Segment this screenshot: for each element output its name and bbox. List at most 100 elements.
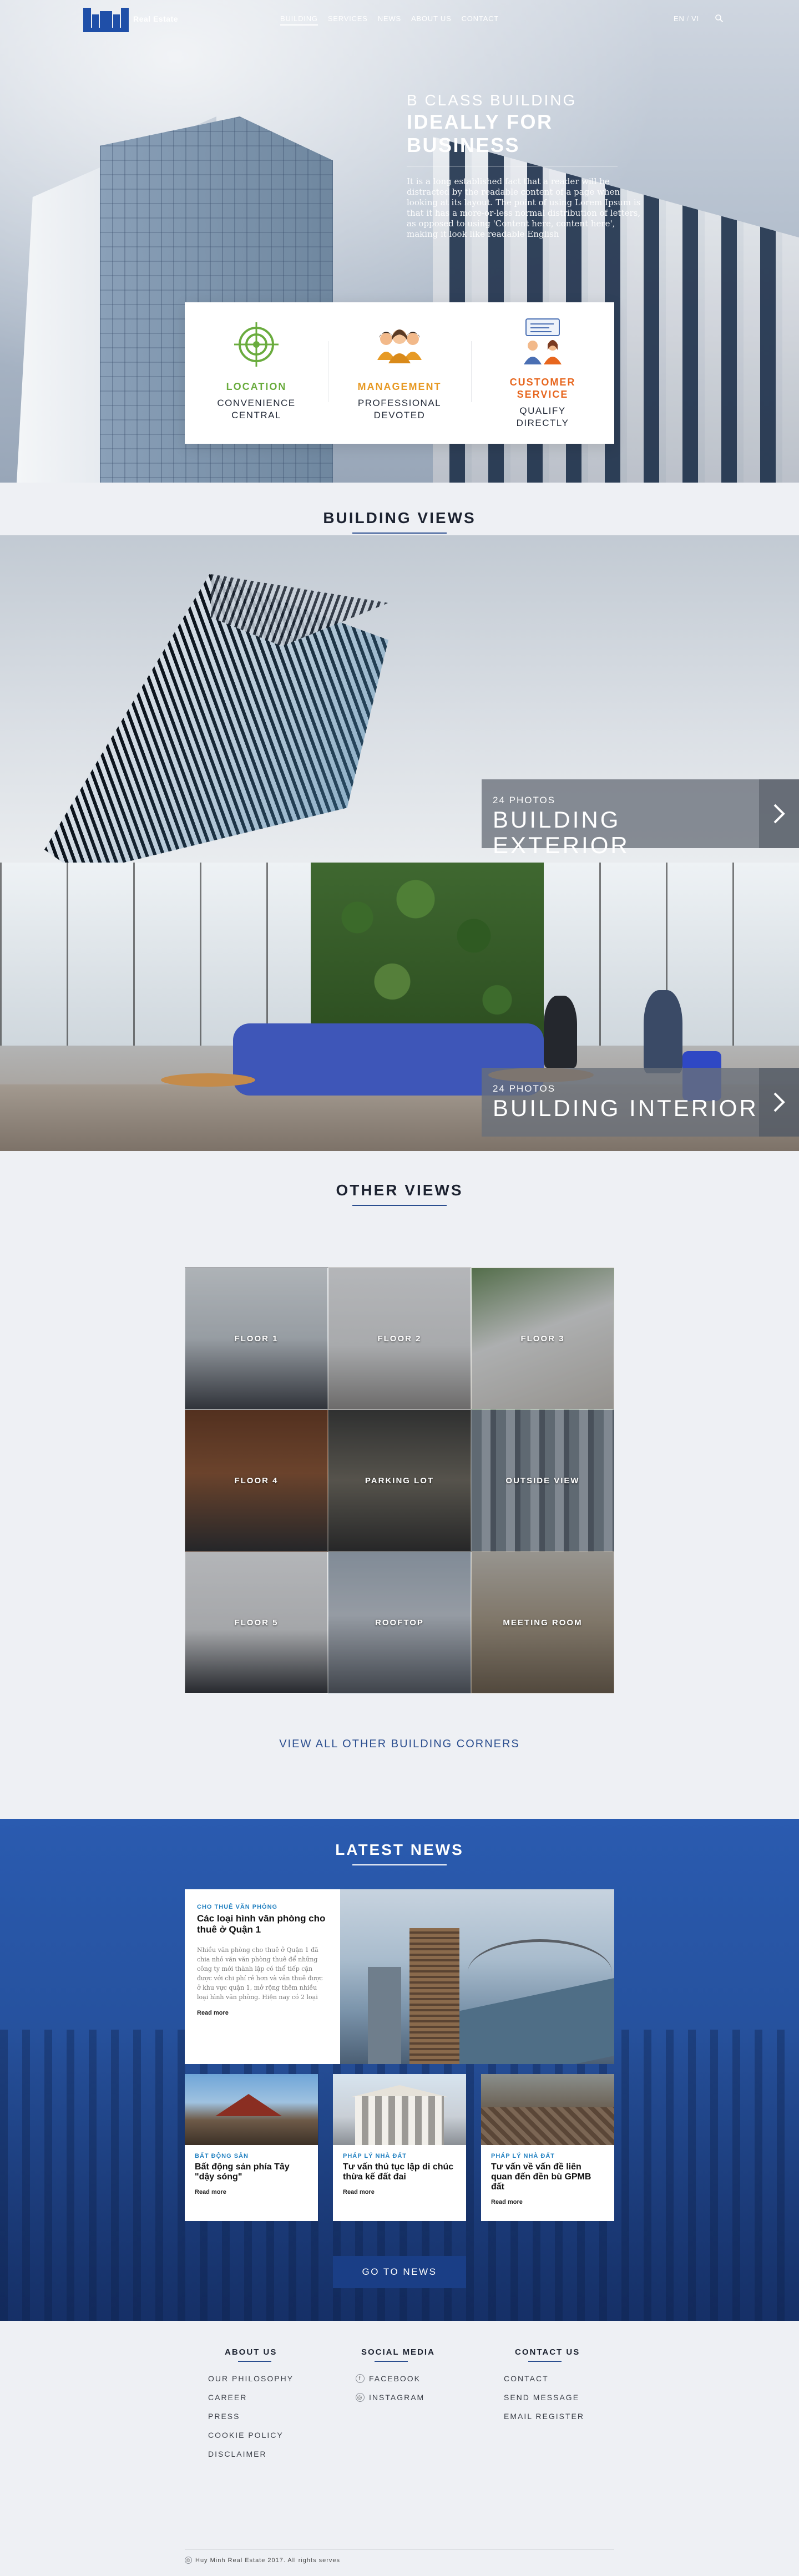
footer-link-press[interactable]: PRESS <box>208 2412 240 2421</box>
tile-floor-2[interactable]: FLOOR 2 <box>328 1267 471 1409</box>
other-views-grid-wrap: FLOOR 1 FLOOR 2 FLOOR 3 FLOOR 4 PARKING … <box>0 1267 799 1732</box>
exterior-next-button[interactable] <box>759 779 799 848</box>
tile-label: MEETING ROOM <box>503 1617 583 1627</box>
interior-photo-count: 24 PHOTOS <box>493 1083 556 1094</box>
exterior-panel[interactable]: 24 PHOTOS BUILDING EXTERIOR <box>0 535 799 863</box>
tile-outside-view[interactable]: OUTSIDE VIEW <box>471 1409 614 1551</box>
news-card-body: BẤT ĐỘNG SẢN Bất động sản phía Tây "dậy … <box>185 2145 318 2195</box>
title-underline <box>352 1864 447 1865</box>
logo[interactable] <box>83 8 129 32</box>
news-title[interactable]: Tư vấn thủ tục lập di chúc thừa kế đất đ… <box>343 2162 456 2182</box>
feature-management-title: MANAGEMENT <box>357 381 442 392</box>
tile-label: FLOOR 4 <box>234 1475 279 1485</box>
view-all-wrap: VIEW ALL OTHER BUILDING CORNERS <box>0 1732 799 1819</box>
news-card[interactable]: PHÁP LÝ NHÀ ĐẤT Tư vấn về vấn đề liên qu… <box>481 2074 614 2221</box>
footer-link-cookie-policy[interactable]: COOKIE POLICY <box>208 2431 284 2440</box>
tile-rooftop[interactable]: ROOFTOP <box>328 1551 471 1693</box>
view-all-corners-link[interactable]: VIEW ALL OTHER BUILDING CORNERS <box>0 1738 799 1751</box>
footer-link-instagram[interactable]: INSTAGRAM <box>369 2393 424 2402</box>
menu-item-contact[interactable]: CONTACT <box>462 14 499 26</box>
feature-location-desc-1: CONVENIENCE <box>217 398 296 408</box>
exterior-caption[interactable]: 24 PHOTOS BUILDING EXTERIOR <box>482 779 799 858</box>
feature-management: MANAGEMENT PROFESSIONAL DEVOTED <box>328 302 471 444</box>
menu-item-building[interactable]: BUILDING <box>280 14 318 26</box>
interior-table <box>161 1073 255 1087</box>
tile-label: OUTSIDE VIEW <box>505 1475 580 1485</box>
footer-link-career[interactable]: CAREER <box>208 2393 247 2402</box>
tile-floor-4[interactable]: FLOOR 4 <box>185 1409 328 1551</box>
lang-separator: / <box>686 14 690 23</box>
instagram-icon: ◎ <box>356 2393 365 2402</box>
footer-contact-title-text: CONTACT US <box>515 2347 580 2357</box>
tile-parking-lot[interactable]: PARKING LOT <box>328 1409 471 1551</box>
featured-news-text: CHO THUÊ VĂN PHÒNG Các loại hình văn phò… <box>185 1889 340 2064</box>
footer: ABOUT US OUR PHILOSOPHY CAREER PRESS COO… <box>0 2321 799 2576</box>
lang-en[interactable]: EN <box>674 14 685 23</box>
interior-title: BUILDING INTERIOR <box>493 1095 758 1121</box>
menu-item-about-us[interactable]: ABOUT US <box>411 14 452 26</box>
news-card[interactable]: BẤT ĐỘNG SẢN Bất động sản phía Tây "dậy … <box>185 2074 318 2221</box>
feature-customer-desc-1: QUALIFY <box>519 405 566 416</box>
news-category: PHÁP LÝ NHÀ ĐẤT <box>491 2153 555 2159</box>
read-more-link[interactable]: Read more <box>491 2199 604 2205</box>
featured-news-card[interactable]: CHO THUÊ VĂN PHÒNG Các loại hình văn phò… <box>185 1889 614 2064</box>
image-rubble <box>481 2107 614 2145</box>
feature-customer-service: CUSTOMER SERVICE QUALIFY DIRECTLY <box>471 302 614 444</box>
featured-news-photo <box>340 1889 614 2064</box>
other-views-grid: FLOOR 1 FLOOR 2 FLOOR 3 FLOOR 4 PARKING … <box>185 1267 614 1693</box>
exterior-photo-count: 24 PHOTOS <box>493 795 556 805</box>
other-views-header: OTHER VIEWS <box>0 1151 799 1267</box>
latest-news-section: LATEST NEWS CHO THUÊ VĂN PHÒNG Các loại … <box>0 1819 799 2321</box>
other-views-title: OTHER VIEWS <box>0 1181 799 1206</box>
read-more-link[interactable]: Read more <box>195 2189 308 2195</box>
feature-location-title: LOCATION <box>226 381 287 392</box>
tile-label: FLOOR 1 <box>234 1333 279 1343</box>
lang-vi[interactable]: VI <box>691 14 699 23</box>
read-more-link[interactable]: Read more <box>343 2189 456 2195</box>
footer-link-disclaimer[interactable]: DISCLAIMER <box>208 2450 267 2458</box>
building-views-title: BUILDING VIEWS <box>0 509 799 534</box>
news-title[interactable]: Tư vấn về vấn đề liên quan đến đền bù GP… <box>491 2162 604 2192</box>
footer-link-facebook[interactable]: FACEBOOK <box>369 2374 421 2383</box>
footer-contact: CONTACT US CONTACT SEND MESSAGE EMAIL RE… <box>504 2347 584 2431</box>
photo-bridge <box>468 1939 612 2006</box>
search-icon[interactable] <box>715 14 724 23</box>
feature-customer-title-2: SERVICE <box>517 389 569 400</box>
news-card-body: PHÁP LÝ NHÀ ĐẤT Tư vấn về vấn đề liên qu… <box>481 2145 614 2205</box>
news-title[interactable]: Các loại hình văn phòng cho thuê ở Quận … <box>197 1913 328 1935</box>
menu-item-news[interactable]: NEWS <box>378 14 401 26</box>
title-underline <box>238 2361 271 2362</box>
news-category: CHO THUÊ VĂN PHÒNG <box>197 1904 278 1910</box>
menu-item-services[interactable]: SERVICES <box>328 14 368 26</box>
latest-news-title-text: LATEST NEWS <box>335 1841 464 1858</box>
tile-floor-3[interactable]: FLOOR 3 <box>471 1267 614 1409</box>
tile-meeting-room[interactable]: MEETING ROOM <box>471 1551 614 1693</box>
news-title[interactable]: Bất động sản phía Tây "dậy sóng" <box>195 2162 308 2182</box>
interior-person <box>644 990 682 1073</box>
interior-caption[interactable]: 24 PHOTOS BUILDING INTERIOR <box>482 1068 799 1137</box>
feature-customer-title-1: CUSTOMER <box>509 377 576 388</box>
footer-divider <box>185 2549 614 2550</box>
news-card[interactable]: PHÁP LÝ NHÀ ĐẤT Tư vấn thủ tục lập di ch… <box>333 2074 466 2221</box>
news-category: PHÁP LÝ NHÀ ĐẤT <box>343 2153 407 2159</box>
go-to-news-button[interactable]: GO TO NEWS <box>333 2256 466 2288</box>
tile-floor-5[interactable]: FLOOR 5 <box>185 1551 328 1693</box>
tile-label: PARKING LOT <box>365 1475 434 1485</box>
footer-link-philosophy[interactable]: OUR PHILOSOPHY <box>208 2374 294 2383</box>
news-card-body: PHÁP LÝ NHÀ ĐẤT Tư vấn thủ tục lập di ch… <box>333 2145 466 2195</box>
feature-customer-desc-2: DIRECTLY <box>516 418 569 428</box>
footer-link-contact[interactable]: CONTACT <box>504 2374 549 2383</box>
footer-about-title-text: ABOUT US <box>225 2347 277 2357</box>
interior-next-button[interactable] <box>759 1068 799 1137</box>
title-underline <box>375 2361 408 2362</box>
photo-tower <box>409 1928 459 2064</box>
copyright-icon: © <box>185 2557 192 2564</box>
tile-floor-1[interactable]: FLOOR 1 <box>185 1267 328 1409</box>
footer-link-send-message[interactable]: SEND MESSAGE <box>504 2393 579 2402</box>
footer-link-email-register[interactable]: EMAIL REGISTER <box>504 2412 584 2421</box>
news-category: BẤT ĐỘNG SẢN <box>195 2153 249 2159</box>
read-more-link[interactable]: Read more <box>197 2010 328 2016</box>
tile-label: FLOOR 5 <box>234 1617 279 1627</box>
interior-panel[interactable]: 24 PHOTOS BUILDING INTERIOR <box>0 863 799 1151</box>
photo-tower <box>368 1967 401 2064</box>
